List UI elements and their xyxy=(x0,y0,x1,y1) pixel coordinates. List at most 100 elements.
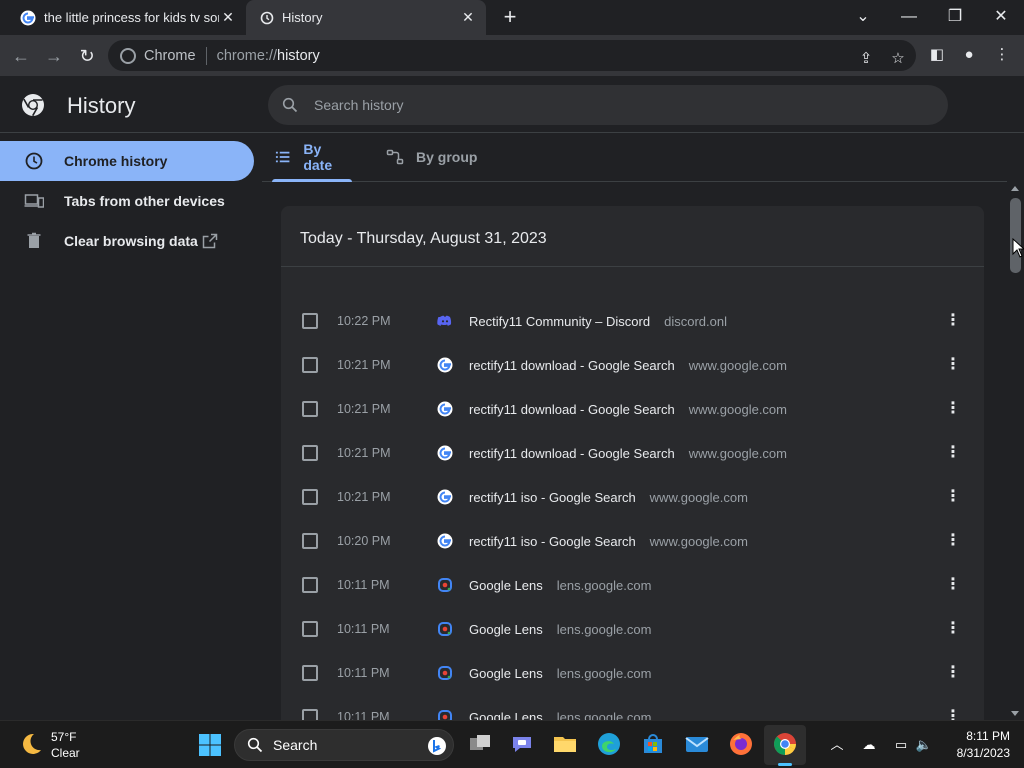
show-hidden-icons-icon[interactable]: ︿ xyxy=(827,735,847,755)
microsoft-store-icon[interactable] xyxy=(640,731,666,757)
moon-icon[interactable] xyxy=(18,731,44,757)
close-tab-icon[interactable]: ✕ xyxy=(460,9,476,25)
more-actions-icon[interactable]: ⋮ xyxy=(945,663,961,683)
tab-little-princess[interactable]: the little princess for kids tv song ✕ xyxy=(8,0,246,35)
volume-icon[interactable]: 🔈 xyxy=(914,735,934,755)
more-actions-icon[interactable]: ⋮ xyxy=(945,487,961,507)
sidebar-item-chrome-history[interactable]: Chrome history xyxy=(0,141,254,181)
history-entry[interactable]: 10:11 PM Google Lens lens.google.com ⋮ xyxy=(281,563,984,607)
entry-link[interactable]: Rectify11 Community – Discord discord.onl xyxy=(469,314,727,329)
google-lens-icon xyxy=(438,622,452,636)
close-window-button[interactable]: ✕ xyxy=(989,5,1013,29)
reload-button[interactable]: ↻ xyxy=(75,44,99,68)
search-history-box[interactable] xyxy=(268,85,948,125)
edge-icon[interactable] xyxy=(596,731,622,757)
mail-icon[interactable] xyxy=(684,731,710,757)
history-entry[interactable]: 10:21 PM rectify11 download - Google Sea… xyxy=(281,431,984,475)
clock-time[interactable]: 8:11 PM xyxy=(950,729,1010,743)
tab-by-date[interactable]: By date xyxy=(272,133,352,182)
forward-button[interactable]: → xyxy=(42,44,66,68)
search-icon xyxy=(282,97,298,113)
entry-link[interactable]: Google Lens lens.google.com xyxy=(469,622,651,637)
history-entry[interactable]: 10:21 PM rectify11 iso - Google Search ww… xyxy=(281,475,984,519)
network-icon[interactable]: ▭ xyxy=(891,735,911,755)
more-actions-icon[interactable]: ⋮ xyxy=(945,575,961,595)
entry-link[interactable]: rectify11 download - Google Search www.go… xyxy=(469,402,787,417)
sidebar-item-clear-browsing-data[interactable]: Clear browsing data xyxy=(0,221,254,261)
bookmark-star-icon[interactable]: ☆ xyxy=(888,49,908,69)
history-entry[interactable]: 10:11 PM Google Lens lens.google.com ⋮ xyxy=(281,695,984,720)
scroll-down-arrow-icon[interactable] xyxy=(1011,711,1019,716)
entry-checkbox[interactable] xyxy=(302,621,318,637)
history-entry[interactable]: 10:11 PM Google Lens lens.google.com ⋮ xyxy=(281,651,984,695)
scrollbar[interactable] xyxy=(1007,182,1024,720)
tab-search-icon[interactable]: ⌄ xyxy=(851,5,875,29)
new-tab-button[interactable]: + xyxy=(500,6,520,28)
history-entry[interactable]: 10:21 PM rectify11 download - Google Sea… xyxy=(281,387,984,431)
profile-icon[interactable]: ● xyxy=(959,45,979,65)
entry-link[interactable]: Google Lens lens.google.com xyxy=(469,578,651,593)
chrome-icon[interactable] xyxy=(772,731,798,757)
history-day-card: Today - Thursday, August 31, 2023 10:22 … xyxy=(281,206,984,720)
task-view-icon[interactable] xyxy=(467,731,493,757)
entry-checkbox[interactable] xyxy=(302,709,318,720)
entry-link[interactable]: rectify11 iso - Google Search www.google.… xyxy=(469,534,748,549)
more-actions-icon[interactable]: ⋮ xyxy=(945,311,961,331)
search-icon xyxy=(247,737,263,753)
onedrive-icon[interactable]: ☁ xyxy=(859,735,879,755)
url-path: history xyxy=(277,47,320,64)
address-bar[interactable]: Chrome chrome://history ⇪ ☆ xyxy=(108,40,916,71)
more-actions-icon[interactable]: ⋮ xyxy=(945,619,961,639)
history-entry[interactable]: 10:21 PM rectify11 download - Google Sea… xyxy=(281,343,984,387)
entry-link[interactable]: Google Lens lens.google.com xyxy=(469,710,651,721)
entry-checkbox[interactable] xyxy=(302,445,318,461)
entry-checkbox[interactable] xyxy=(302,577,318,593)
entry-checkbox[interactable] xyxy=(302,313,318,329)
google-lens-icon xyxy=(438,666,452,680)
history-entry[interactable]: 10:22 PM Rectify11 Community – Discord di… xyxy=(281,299,984,343)
back-button[interactable]: ← xyxy=(9,44,33,68)
maximize-button[interactable]: ❐ xyxy=(943,5,967,29)
entry-domain: discord.onl xyxy=(664,313,727,329)
tab-by-group[interactable]: By group xyxy=(384,133,484,181)
more-actions-icon[interactable]: ⋮ xyxy=(945,443,961,463)
entry-link[interactable]: Google Lens lens.google.com xyxy=(469,666,651,681)
file-explorer-icon[interactable] xyxy=(552,731,578,757)
entry-title: Google Lens xyxy=(469,621,543,637)
day-header: Today - Thursday, August 31, 2023 xyxy=(300,230,547,247)
scroll-up-arrow-icon[interactable] xyxy=(1011,186,1019,191)
share-icon[interactable]: ⇪ xyxy=(856,49,876,69)
firefox-icon[interactable] xyxy=(728,731,754,757)
history-entry[interactable]: 10:11 PM Google Lens lens.google.com ⋮ xyxy=(281,607,984,651)
sidebar-item-tabs-other-devices[interactable]: Tabs from other devices xyxy=(0,181,254,221)
entry-checkbox[interactable] xyxy=(302,533,318,549)
entry-link[interactable]: rectify11 download - Google Search www.go… xyxy=(469,358,787,373)
chat-icon[interactable] xyxy=(509,731,535,757)
windows-start-icon[interactable] xyxy=(198,733,222,757)
taskbar-search[interactable]: Search xyxy=(234,729,454,761)
entry-time: 10:11 PM xyxy=(337,710,390,720)
entry-link[interactable]: rectify11 iso - Google Search www.google.… xyxy=(469,490,748,505)
more-actions-icon[interactable]: ⋮ xyxy=(945,531,961,551)
list-icon xyxy=(275,151,290,163)
side-panel-icon[interactable]: ◧ xyxy=(927,45,947,65)
close-tab-icon[interactable]: ✕ xyxy=(220,9,236,25)
search-history-input[interactable] xyxy=(314,97,894,113)
tab-by-date-label: By date xyxy=(303,141,333,173)
scrollbar-thumb[interactable] xyxy=(1010,198,1021,273)
tab-title: History xyxy=(282,10,323,25)
more-actions-icon[interactable]: ⋮ xyxy=(945,707,961,720)
entry-checkbox[interactable] xyxy=(302,401,318,417)
entry-checkbox[interactable] xyxy=(302,665,318,681)
history-entry[interactable]: 10:20 PM rectify11 iso - Google Search ww… xyxy=(281,519,984,563)
menu-kebab-icon[interactable]: ⋮ xyxy=(992,45,1012,65)
entry-title: Google Lens xyxy=(469,665,543,681)
tab-history[interactable]: History ✕ xyxy=(246,0,486,35)
entry-checkbox[interactable] xyxy=(302,489,318,505)
more-actions-icon[interactable]: ⋮ xyxy=(945,399,961,419)
entry-link[interactable]: rectify11 download - Google Search www.go… xyxy=(469,446,787,461)
minimize-button[interactable]: — xyxy=(897,5,921,29)
clock-date[interactable]: 8/31/2023 xyxy=(940,746,1010,760)
more-actions-icon[interactable]: ⋮ xyxy=(945,355,961,375)
entry-checkbox[interactable] xyxy=(302,357,318,373)
